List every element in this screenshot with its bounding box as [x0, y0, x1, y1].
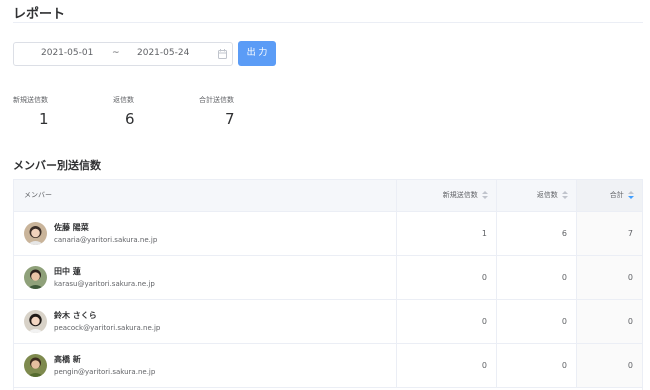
member-email: canaria@yaritori.sakura.ne.jp	[54, 236, 158, 244]
section-title: メンバー別送信数	[13, 159, 101, 172]
member-name: 佐藤 陽菜	[54, 223, 89, 232]
calendar-icon	[218, 49, 227, 59]
export-button[interactable]: 出 力	[238, 41, 276, 66]
start-date-input[interactable]: 2021-05-01	[41, 48, 93, 58]
cell-total: 0	[576, 344, 642, 387]
member-name: 高橋 新	[54, 355, 81, 364]
column-header-replies[interactable]: 返信数	[496, 180, 576, 211]
table-header: メンバー 新規送信数 返信数 合計	[14, 180, 642, 212]
cell-replies: 0	[496, 300, 576, 343]
cell-value: 6	[561, 229, 567, 238]
cell-new-sends: 0	[396, 344, 496, 387]
table-row: 鈴木 さくら peacock@yaritori.sakura.ne.jp 0 0…	[14, 300, 642, 344]
cell-value: 0	[561, 273, 567, 282]
stat-value: 7	[225, 110, 235, 128]
cell-value: 1	[481, 229, 487, 238]
table-row: 佐藤 陽菜 canaria@yaritori.sakura.ne.jp 1 6 …	[14, 212, 642, 256]
avatar	[24, 222, 47, 245]
cell-value: 7	[627, 229, 633, 238]
avatar	[24, 354, 47, 377]
member-name: 鈴木 さくら	[54, 311, 97, 320]
avatar	[24, 266, 47, 289]
sort-icon[interactable]	[562, 191, 568, 199]
cell-replies: 0	[496, 344, 576, 387]
cell-value: 0	[481, 273, 487, 282]
cell-value: 0	[627, 317, 633, 326]
cell-value: 0	[481, 361, 487, 370]
cell-total: 0	[576, 256, 642, 299]
stat-value: 1	[39, 110, 49, 128]
page-title: レポート	[13, 7, 66, 22]
column-header-member: メンバー	[24, 191, 52, 199]
member-email: karasu@yaritori.sakura.ne.jp	[54, 280, 155, 288]
stat-value: 6	[125, 110, 135, 128]
cell-new-sends: 0	[396, 300, 496, 343]
cell-value: 0	[627, 361, 633, 370]
stat-label: 新規送信数	[13, 96, 48, 104]
cell-value: 0	[627, 273, 633, 282]
cell-total: 7	[576, 212, 642, 255]
stat-total-sends: 合計送信数 7	[199, 95, 235, 128]
avatar	[24, 310, 47, 333]
cell-value: 0	[481, 317, 487, 326]
cell-value: 0	[561, 361, 567, 370]
column-header-new-sends[interactable]: 新規送信数	[396, 180, 496, 211]
cell-new-sends: 0	[396, 256, 496, 299]
cell-value: 0	[561, 317, 567, 326]
sort-desc-active-icon[interactable]	[628, 191, 634, 199]
cell-total: 0	[576, 300, 642, 343]
column-header-total[interactable]: 合計	[576, 180, 642, 211]
date-range-separator: ~	[112, 48, 120, 58]
column-header-label: 新規送信数	[442, 191, 478, 199]
title-divider	[13, 22, 643, 23]
column-header-label: 合計	[609, 191, 624, 199]
column-header-label: 返信数	[536, 191, 558, 199]
member-email: pengin@yaritori.sakura.ne.jp	[54, 368, 156, 376]
member-email: peacock@yaritori.sakura.ne.jp	[54, 324, 161, 332]
member-send-table: メンバー 新規送信数 返信数 合計 佐藤 陽菜 canaria@yaritori…	[13, 179, 643, 390]
table-row: 高橋 新 pengin@yaritori.sakura.ne.jp 0 0 0	[14, 344, 642, 388]
date-range-picker[interactable]: 2021-05-01 ~ 2021-05-24	[13, 42, 233, 66]
table-row: 田中 蓮 karasu@yaritori.sakura.ne.jp 0 0 0	[14, 256, 642, 300]
member-name: 田中 蓮	[54, 267, 81, 276]
end-date-input[interactable]: 2021-05-24	[137, 48, 189, 58]
stat-label: 返信数	[113, 96, 134, 104]
stat-replies: 返信数 6	[113, 95, 135, 128]
cell-replies: 6	[496, 212, 576, 255]
stat-new-sends: 新規送信数 1	[13, 95, 49, 128]
cell-replies: 0	[496, 256, 576, 299]
cell-new-sends: 1	[396, 212, 496, 255]
sort-icon[interactable]	[482, 191, 488, 199]
stat-label: 合計送信数	[199, 96, 234, 104]
